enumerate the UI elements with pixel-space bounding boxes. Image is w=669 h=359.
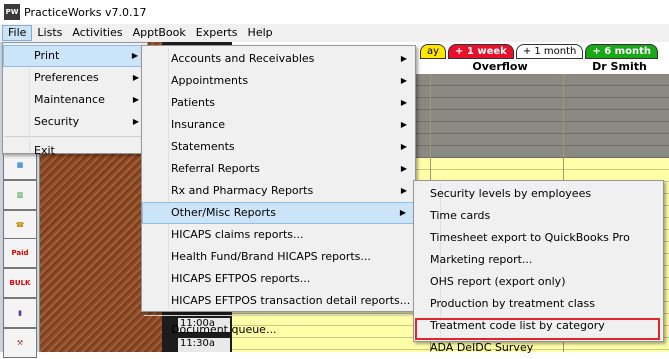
report-timesheet-export[interactable]: Timesheet export to QuickBooks Pro xyxy=(414,227,663,249)
menu-lists[interactable]: Lists xyxy=(32,25,67,41)
submenu-arrow-icon: ▶ xyxy=(400,54,407,63)
print-health-fund-hicaps[interactable]: Health Fund/Brand HICAPS reports... xyxy=(142,246,415,268)
submenu-arrow-icon: ▶ xyxy=(399,208,406,217)
report-marketing[interactable]: Marketing report... xyxy=(414,249,663,271)
print-document-queue[interactable]: Document queue... xyxy=(142,319,415,341)
print-hicaps-eftpos[interactable]: HICAPS EFTPOS reports... xyxy=(142,268,415,290)
menu-file[interactable]: File xyxy=(2,25,33,41)
submenu-arrow-icon: ▶ xyxy=(400,142,407,151)
submenu-arrow-icon: ▶ xyxy=(132,117,139,126)
range-tabs: ay + 1 week + 1 month + 6 month xyxy=(420,44,669,60)
column-overflow: Overflow xyxy=(430,60,570,74)
print-other-misc[interactable]: Other/Misc Reports ▶ xyxy=(142,202,415,224)
menu-separator xyxy=(144,315,413,316)
report-ohs[interactable]: OHS report (export only) xyxy=(414,271,663,293)
report-time-cards[interactable]: Time cards xyxy=(414,205,663,227)
submenu-arrow-icon: ▶ xyxy=(132,73,139,82)
print-referral-reports[interactable]: Referral Reports ▶ xyxy=(142,158,415,180)
window-title: PracticeWorks v7.0.17 xyxy=(24,5,147,19)
print-statements[interactable]: Statements ▶ xyxy=(142,136,415,158)
phone-icon[interactable]: ☎ xyxy=(3,210,37,240)
bulk-icon[interactable]: BULK xyxy=(3,268,37,298)
print-insurance[interactable]: Insurance ▶ xyxy=(142,114,415,136)
tab-month[interactable]: + 1 month xyxy=(515,44,584,59)
print-submenu: Accounts and Receivables ▶ Appointments ▶ … xyxy=(141,45,416,336)
column-dr-smith: Dr Smith xyxy=(570,60,669,74)
submenu-arrow-icon: ▶ xyxy=(400,186,407,195)
report-security-levels[interactable]: Security levels by employees xyxy=(414,183,663,205)
submenu-arrow-icon: ▶ xyxy=(400,76,407,85)
print-hicaps-eftpos-detail[interactable]: HICAPS EFTPOS transaction detail reports… xyxy=(142,290,415,312)
submenu-arrow-icon: ▶ xyxy=(400,120,407,129)
submenu-arrow-icon: ▶ xyxy=(400,164,407,173)
tab-6month[interactable]: + 6 month xyxy=(585,44,658,59)
submenu-arrow-icon: ▶ xyxy=(400,98,407,107)
file-menu-preferences[interactable]: Preferences ▶ xyxy=(3,67,147,89)
print-appointments[interactable]: Appointments ▶ xyxy=(142,70,415,92)
menu-bar: File Lists Activities ApptBook Experts H… xyxy=(0,24,669,42)
print-hicaps-claims[interactable]: HICAPS claims reports... xyxy=(142,224,415,246)
tab-day[interactable]: ay xyxy=(420,44,447,59)
file-menu-print[interactable]: Print ▶ xyxy=(3,45,147,67)
submenu-arrow-icon: ▶ xyxy=(132,95,139,104)
menu-activities[interactable]: Activities xyxy=(67,25,127,41)
file-menu-exit[interactable]: Exit xyxy=(3,140,147,162)
report-treatment-code-list[interactable]: Treatment code list by category xyxy=(414,315,663,337)
tab-week[interactable]: + 1 week xyxy=(448,44,514,59)
report-production-treatment-class[interactable]: Production by treatment class xyxy=(414,293,663,315)
menu-help[interactable]: Help xyxy=(243,25,278,41)
menu-separator xyxy=(5,136,145,137)
menu-apptbook[interactable]: ApptBook xyxy=(128,25,191,41)
print-accounts[interactable]: Accounts and Receivables ▶ xyxy=(142,48,415,70)
file-menu-maintenance[interactable]: Maintenance ▶ xyxy=(3,89,147,111)
app-icon: PW xyxy=(4,4,20,20)
paid-icon[interactable]: Paid xyxy=(3,238,37,268)
file-menu: Print ▶ Preferences ▶ Maintenance ▶ Securit… xyxy=(2,42,148,157)
file-menu-security[interactable]: Security ▶ xyxy=(3,111,147,133)
chart-icon[interactable]: ▥ xyxy=(3,180,37,210)
print-rx-pharmacy[interactable]: Rx and Pharmacy Reports ▶ xyxy=(142,180,415,202)
menu-experts[interactable]: Experts xyxy=(191,25,243,41)
report-ada-deidc-survey[interactable]: ADA DeIDC Survey xyxy=(414,337,663,359)
tools-icon[interactable]: ⚒ xyxy=(3,328,37,358)
print-patients[interactable]: Patients ▶ xyxy=(142,92,415,114)
other-misc-submenu: Security levels by employees Time cards … xyxy=(413,180,664,354)
book-icon[interactable]: ▮ xyxy=(3,298,37,328)
submenu-arrow-icon: ▶ xyxy=(131,51,138,60)
title-bar: PW PracticeWorks v7.0.17 xyxy=(0,0,669,24)
